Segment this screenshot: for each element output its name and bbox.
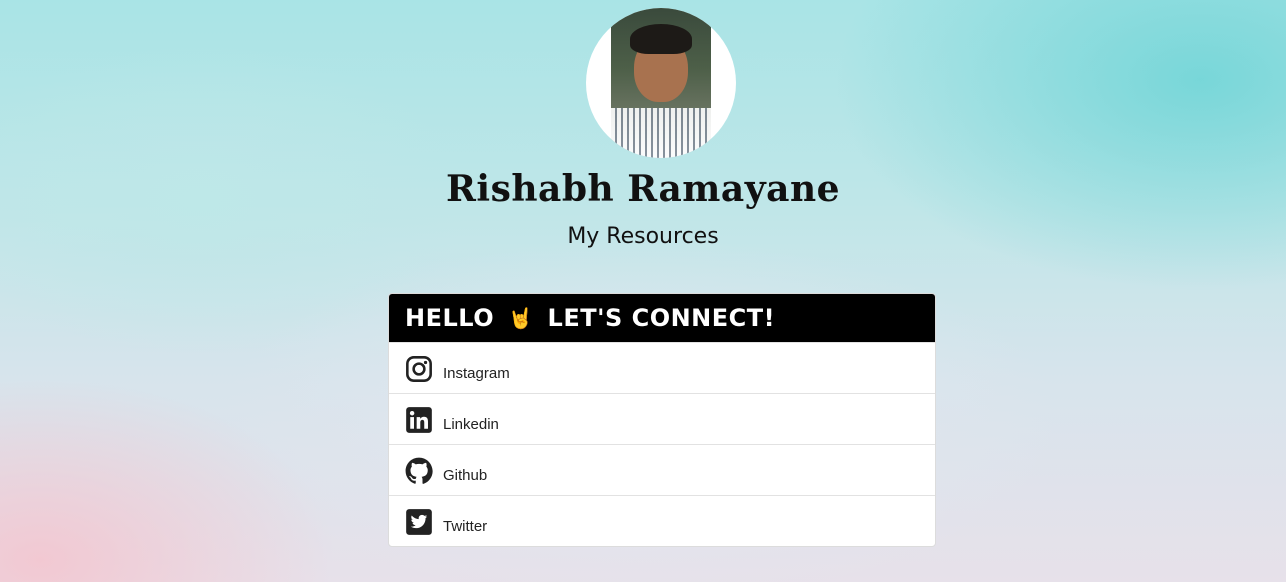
card-header: HELLO 🤘 LET'S CONNECT! <box>389 294 935 342</box>
link-label: Linkedin <box>443 415 499 433</box>
link-label: Github <box>443 466 488 484</box>
header-connect: LET'S CONNECT! <box>547 304 776 332</box>
header-hello: HELLO <box>405 304 495 332</box>
profile-photo <box>611 8 711 158</box>
link-instagram[interactable]: Instagram <box>389 342 935 393</box>
photo-hair <box>630 24 692 54</box>
link-linkedin[interactable]: Linkedin <box>389 393 935 444</box>
avatar <box>586 8 736 158</box>
rock-hand-icon: 🤘 <box>508 306 534 330</box>
photo-shirt <box>611 108 711 158</box>
link-label: Twitter <box>443 517 488 535</box>
profile-name: Rishabh Ramayane <box>445 168 841 210</box>
profile-subtitle: My Resources <box>567 224 719 249</box>
link-twitter[interactable]: Twitter <box>389 495 935 546</box>
connect-card: HELLO 🤘 LET'S CONNECT! Instagram Linkedi… <box>388 293 936 547</box>
instagram-icon <box>406 356 432 382</box>
link-github[interactable]: Github <box>389 444 935 495</box>
github-icon <box>405 457 433 484</box>
link-label: Instagram <box>443 364 510 382</box>
linkedin-icon <box>406 407 432 433</box>
twitter-icon <box>406 509 432 535</box>
